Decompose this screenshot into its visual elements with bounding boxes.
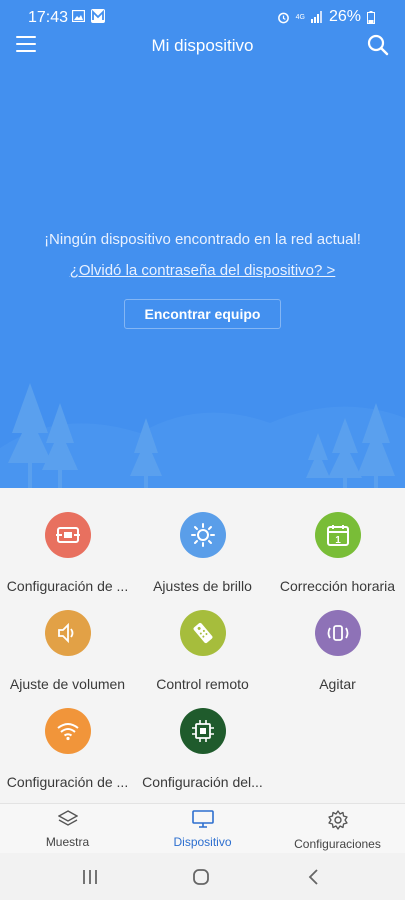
tab-device[interactable]: Dispositivo <box>135 810 270 849</box>
feature-time-correction[interactable]: 1 Corrección horaria <box>270 512 405 594</box>
tab-settings-label: Configuraciones <box>294 837 381 851</box>
signal-icon <box>310 11 322 23</box>
tab-settings[interactable]: Configuraciones <box>270 810 405 851</box>
feature-shake[interactable]: Agitar <box>270 610 405 692</box>
search-icon[interactable] <box>367 34 389 56</box>
tab-sample[interactable]: Muestra <box>0 810 135 849</box>
alarm-icon <box>277 12 289 23</box>
feature-label: Agitar <box>319 676 356 692</box>
system-navigation-bar <box>0 853 405 900</box>
status-time: 17:43 <box>28 9 69 26</box>
feature-screen-config[interactable]: Configuración de ... <box>0 512 135 594</box>
monitor-icon <box>191 810 214 828</box>
feature-label: Configuración de ... <box>6 774 129 790</box>
brightness-icon <box>179 512 226 558</box>
feature-label: Ajustes de brillo <box>153 578 252 594</box>
feature-remote-control[interactable]: Control remoto <box>135 610 270 692</box>
feature-grid: Configuración de ... Ajustes de brillo 1… <box>0 488 405 803</box>
chip-icon <box>179 708 226 754</box>
hero-panel: 17:43 4G 26% Mi dispositivo ¡Ningún disp… <box>0 0 405 488</box>
back-icon[interactable] <box>302 867 326 887</box>
feature-label: Corrección horaria <box>279 578 396 594</box>
feature-label: Ajuste de volumen <box>9 676 126 692</box>
gear-icon <box>327 810 348 830</box>
calendar-day: 1 <box>335 535 341 546</box>
no-device-message: ¡Ningún dispositivo encontrado en la red… <box>44 231 361 248</box>
feature-brightness[interactable]: Ajustes de brillo <box>135 512 270 594</box>
app-bar: Mi dispositivo <box>0 30 405 60</box>
mail-icon <box>91 9 105 23</box>
wifi-icon <box>44 708 91 754</box>
status-right: 4G 26% <box>277 8 375 26</box>
shake-icon <box>314 610 361 656</box>
feature-label: Configuración de ... <box>6 578 129 594</box>
screen-config-icon <box>44 512 91 558</box>
page-title: Mi dispositivo <box>151 36 254 55</box>
feature-label: Configuración del... <box>142 774 263 790</box>
volume-icon <box>44 610 91 656</box>
remote-control-icon <box>179 610 226 656</box>
feature-volume[interactable]: Ajuste de volumen <box>0 610 135 692</box>
battery-level: 26% <box>328 8 361 25</box>
feature-label: Control remoto <box>156 676 249 692</box>
status-notification-icons <box>72 9 105 23</box>
image-icon <box>72 10 85 22</box>
find-device-button[interactable]: Encontrar equipo <box>124 299 281 329</box>
feature-controller-config[interactable]: Configuración del... <box>135 708 270 790</box>
network-type: 4G <box>295 13 305 21</box>
status-bar: 17:43 4G 26% <box>0 0 405 32</box>
recent-apps-icon[interactable] <box>78 867 102 887</box>
bottom-navigation: Muestra Dispositivo Configuraciones <box>0 803 405 853</box>
layers-icon <box>57 810 78 826</box>
home-icon[interactable] <box>189 867 213 887</box>
tab-device-label: Dispositivo <box>173 835 232 849</box>
calendar-icon: 1 <box>314 512 361 558</box>
forest-illustration <box>0 383 405 488</box>
battery-icon <box>367 10 375 24</box>
forgot-password-link[interactable]: ¿Olvidó la contraseña del dispositivo? > <box>0 262 405 279</box>
feature-wifi-config[interactable]: Configuración de ... <box>0 708 135 790</box>
tab-sample-label: Muestra <box>45 835 90 849</box>
